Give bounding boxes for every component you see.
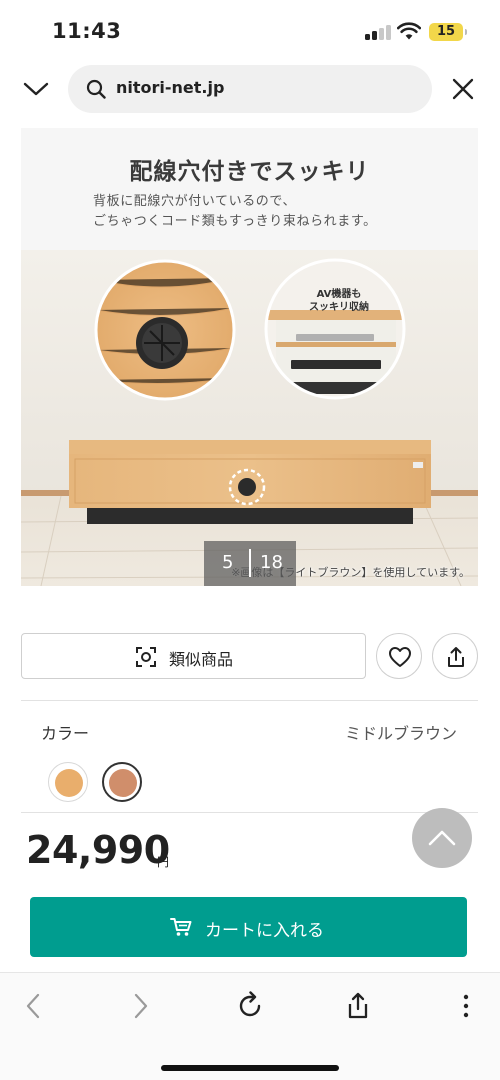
selected-color-name: ミドルブラウン bbox=[344, 724, 457, 743]
wifi-icon bbox=[397, 22, 421, 40]
add-to-cart-button[interactable]: カートに入れる bbox=[30, 897, 467, 957]
favorite-button[interactable] bbox=[376, 633, 422, 679]
similar-products-label: 類似商品 bbox=[169, 650, 234, 669]
close-icon[interactable] bbox=[450, 76, 476, 102]
divider bbox=[21, 700, 478, 701]
color-label: カラー bbox=[41, 724, 90, 743]
av-badge-line2: スッキリ収納 bbox=[309, 302, 369, 313]
scroll-to-top-button[interactable] bbox=[412, 808, 472, 868]
address-bar[interactable]: nitori-net.jp bbox=[68, 65, 432, 113]
share-icon bbox=[448, 647, 464, 667]
price-unit: 円 bbox=[157, 855, 170, 869]
product-price: 24,990 bbox=[26, 828, 170, 872]
reload-icon[interactable] bbox=[235, 991, 265, 1021]
share-icon[interactable] bbox=[343, 991, 373, 1021]
back-icon[interactable] bbox=[19, 991, 49, 1021]
chevron-down-icon[interactable] bbox=[22, 76, 50, 102]
home-indicator bbox=[161, 1065, 339, 1071]
slide-counter-divider bbox=[249, 549, 251, 577]
slide-current: 5 bbox=[222, 552, 234, 573]
swatch-light-brown[interactable] bbox=[48, 762, 88, 802]
share-button[interactable] bbox=[432, 633, 478, 679]
slide-counter: 5 18 bbox=[204, 541, 296, 586]
battery-indicator: 15 bbox=[429, 23, 467, 41]
av-badge: AV機器も スッキリ収納 bbox=[307, 288, 371, 314]
more-icon[interactable] bbox=[451, 991, 481, 1021]
av-badge-line1: AV機器も bbox=[316, 289, 362, 300]
chevron-up-icon bbox=[428, 830, 456, 846]
hero-caption-panel: 配線穴付きでスッキリ 背板に配線穴が付いているので、 ごちゃつくコード類もすっき… bbox=[21, 128, 478, 250]
status-time: 11:43 bbox=[52, 19, 122, 43]
url-text: nitori-net.jp bbox=[116, 78, 225, 97]
cart-icon bbox=[170, 918, 192, 936]
cellular-signal-icon bbox=[365, 24, 391, 40]
similar-products-button[interactable]: 類似商品 bbox=[21, 633, 366, 679]
heart-icon bbox=[389, 647, 411, 667]
divider bbox=[21, 812, 478, 813]
swatch-middle-brown[interactable] bbox=[102, 762, 142, 802]
browser-toolbar bbox=[0, 972, 500, 1080]
add-to-cart-label: カートに入れる bbox=[205, 921, 324, 941]
product-image-carousel[interactable]: 配線穴付きでスッキリ 背板に配線穴が付いているので、 ごちゃつくコード類もすっき… bbox=[21, 128, 478, 586]
browser-nav-row: nitori-net.jp bbox=[0, 64, 500, 114]
hero-desc-line1: 背板に配線穴が付いているので、 bbox=[93, 194, 297, 209]
hero-description: 背板に配線穴が付いているので、 ごちゃつくコード類もすっきり束ねられます。 bbox=[93, 192, 377, 232]
hero-desc-line2: ごちゃつくコード類もすっきり束ねられます。 bbox=[93, 214, 377, 229]
image-search-icon bbox=[136, 647, 156, 667]
swatch-light-brown-fill bbox=[55, 769, 83, 797]
swatch-middle-brown-fill bbox=[109, 769, 137, 797]
hero-title: 配線穴付きでスッキリ bbox=[129, 159, 370, 185]
tv-board-photo bbox=[21, 250, 478, 586]
slide-total: 18 bbox=[260, 552, 283, 573]
status-bar: 11:43 15 bbox=[0, 0, 500, 62]
forward-icon[interactable] bbox=[125, 991, 155, 1021]
search-icon bbox=[86, 79, 106, 99]
